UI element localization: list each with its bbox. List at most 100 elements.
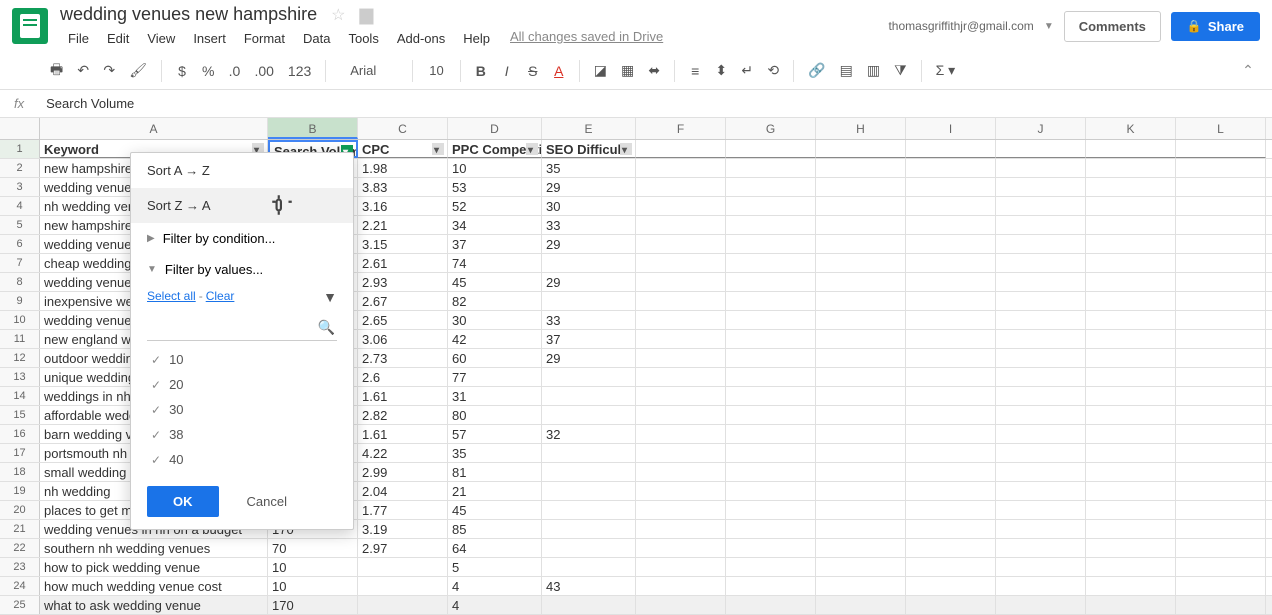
- cell[interactable]: [636, 463, 726, 481]
- cell[interactable]: [1086, 501, 1176, 519]
- cell[interactable]: 2.97: [358, 539, 448, 557]
- link-icon[interactable]: 🔗: [802, 58, 831, 83]
- cell[interactable]: [1176, 216, 1266, 234]
- cell[interactable]: [816, 349, 906, 367]
- cell[interactable]: [996, 311, 1086, 329]
- decrease-decimal-icon[interactable]: .0: [222, 59, 246, 83]
- cell[interactable]: [906, 577, 996, 595]
- cell[interactable]: 10: [448, 159, 542, 177]
- menu-data[interactable]: Data: [295, 29, 338, 48]
- cell[interactable]: [906, 178, 996, 196]
- user-dropdown-icon[interactable]: ▼: [1044, 21, 1054, 32]
- cell[interactable]: [358, 558, 448, 576]
- cell[interactable]: southern nh wedding venues: [40, 539, 268, 557]
- functions-icon[interactable]: Σ ▾: [930, 58, 962, 83]
- cell[interactable]: [1086, 216, 1176, 234]
- filter-icon-E[interactable]: [620, 143, 632, 155]
- funnel-icon[interactable]: ▼: [323, 289, 337, 305]
- doc-title[interactable]: wedding venues new hampshire: [60, 4, 317, 25]
- print-icon[interactable]: 🖶: [44, 55, 69, 87]
- cell[interactable]: [1176, 368, 1266, 386]
- menu-help[interactable]: Help: [455, 29, 498, 48]
- cell[interactable]: [1086, 463, 1176, 481]
- cell[interactable]: 42: [448, 330, 542, 348]
- row-head[interactable]: 8: [0, 273, 40, 291]
- cell[interactable]: [1086, 520, 1176, 538]
- value-item[interactable]: ✓10: [147, 347, 345, 372]
- cell[interactable]: [542, 558, 636, 576]
- cell[interactable]: [996, 235, 1086, 253]
- cell[interactable]: [1176, 197, 1266, 215]
- row-head[interactable]: 13: [0, 368, 40, 386]
- strike-icon[interactable]: S: [521, 59, 545, 83]
- cell[interactable]: [636, 425, 726, 443]
- cell[interactable]: [996, 197, 1086, 215]
- increase-decimal-icon[interactable]: .00: [248, 59, 279, 83]
- value-item[interactable]: ✓38: [147, 422, 345, 447]
- cell[interactable]: 3.06: [358, 330, 448, 348]
- cell[interactable]: [816, 311, 906, 329]
- cell[interactable]: [1176, 406, 1266, 424]
- cell[interactable]: 37: [448, 235, 542, 253]
- cell[interactable]: [1086, 406, 1176, 424]
- cell[interactable]: [636, 406, 726, 424]
- row-head[interactable]: 18: [0, 463, 40, 481]
- cell[interactable]: [542, 501, 636, 519]
- cell[interactable]: 43: [542, 577, 636, 595]
- row-head[interactable]: 9: [0, 292, 40, 310]
- cell[interactable]: [726, 292, 816, 310]
- cell[interactable]: 33: [542, 311, 636, 329]
- cell[interactable]: [816, 444, 906, 462]
- cell[interactable]: [906, 425, 996, 443]
- row-head[interactable]: 15: [0, 406, 40, 424]
- cell[interactable]: [816, 596, 906, 614]
- cell[interactable]: 170: [268, 596, 358, 614]
- italic-icon[interactable]: I: [495, 59, 519, 83]
- cell[interactable]: [1176, 292, 1266, 310]
- col-E[interactable]: E: [542, 118, 636, 139]
- cell[interactable]: 29: [542, 349, 636, 367]
- cell[interactable]: [906, 520, 996, 538]
- header-cpc[interactable]: CPC: [358, 140, 448, 158]
- cell[interactable]: [542, 444, 636, 462]
- filter-search-input[interactable]: [147, 317, 337, 341]
- cell[interactable]: [636, 501, 726, 519]
- cell[interactable]: [996, 254, 1086, 272]
- menu-view[interactable]: View: [139, 29, 183, 48]
- cell[interactable]: [1086, 159, 1176, 177]
- fill-color-icon[interactable]: ◪: [588, 58, 613, 83]
- user-email[interactable]: thomasgriffithjr@gmail.com: [888, 19, 1033, 33]
- cell[interactable]: [816, 406, 906, 424]
- cell[interactable]: [1176, 444, 1266, 462]
- cell[interactable]: [542, 254, 636, 272]
- cell[interactable]: [726, 425, 816, 443]
- cancel-button[interactable]: Cancel: [231, 486, 303, 517]
- sheets-logo[interactable]: [12, 8, 48, 44]
- cell[interactable]: 2.99: [358, 463, 448, 481]
- cell[interactable]: [542, 596, 636, 614]
- cell[interactable]: 35: [448, 444, 542, 462]
- cell[interactable]: [1086, 539, 1176, 557]
- cell[interactable]: [636, 577, 726, 595]
- menu-tools[interactable]: Tools: [340, 29, 386, 48]
- cell[interactable]: [636, 539, 726, 557]
- cell[interactable]: [726, 558, 816, 576]
- cell[interactable]: [726, 273, 816, 291]
- cell[interactable]: [542, 387, 636, 405]
- value-item[interactable]: ✓30: [147, 397, 345, 422]
- cell[interactable]: 4.22: [358, 444, 448, 462]
- cell[interactable]: [726, 577, 816, 595]
- cell[interactable]: [726, 235, 816, 253]
- row-head[interactable]: 14: [0, 387, 40, 405]
- cell[interactable]: 1.61: [358, 425, 448, 443]
- cell[interactable]: [906, 558, 996, 576]
- cell[interactable]: 2.67: [358, 292, 448, 310]
- cell[interactable]: 32: [542, 425, 636, 443]
- cell[interactable]: [816, 216, 906, 234]
- formula-value[interactable]: Search Volume: [46, 96, 134, 111]
- filter-by-condition[interactable]: ▶Filter by condition...: [131, 223, 353, 254]
- cell[interactable]: [1086, 558, 1176, 576]
- col-B[interactable]: B: [268, 118, 358, 139]
- search-icon[interactable]: 🔍: [318, 319, 335, 336]
- cell[interactable]: [726, 330, 816, 348]
